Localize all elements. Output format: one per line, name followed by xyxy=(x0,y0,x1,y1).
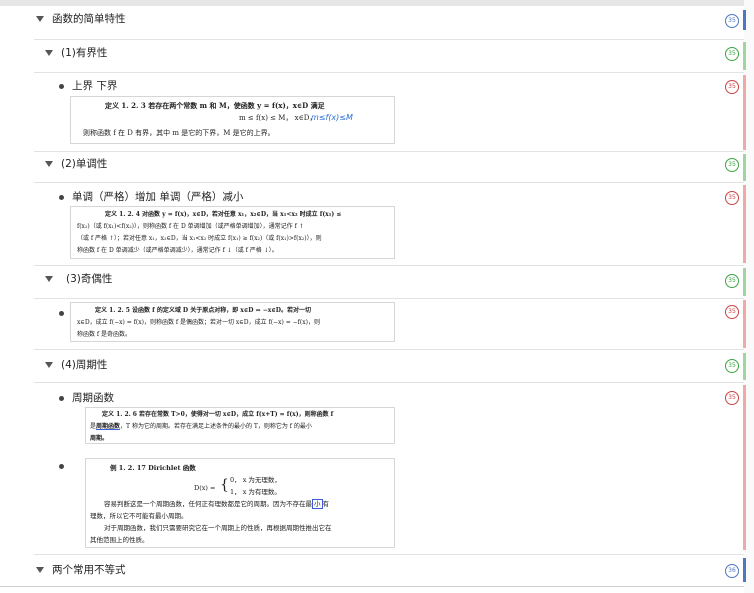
bullet-dot[interactable] xyxy=(59,396,64,401)
divider xyxy=(34,151,744,152)
level-indicator-bar xyxy=(743,185,746,263)
reference-count-badge[interactable]: 35 xyxy=(725,305,739,319)
definition-image-periodic[interactable]: 定义 1. 2. 6 若存在常数 T>0，使得对一切 x∈D，成立 f(x+T)… xyxy=(85,407,395,444)
collapse-toggle-icon[interactable] xyxy=(36,16,44,22)
collapse-toggle-icon[interactable] xyxy=(36,567,44,573)
level-indicator-bar xyxy=(743,353,746,380)
node-bounded-item: 上界 下界 xyxy=(72,80,118,92)
level-indicator-bar xyxy=(743,10,746,30)
collapse-toggle-icon[interactable] xyxy=(45,161,53,167)
level-indicator-bar xyxy=(743,300,746,348)
reference-count-badge[interactable]: 35 xyxy=(725,47,739,61)
bullet-dot[interactable] xyxy=(59,311,64,316)
divider xyxy=(34,265,744,266)
reference-count-badge[interactable]: 35 xyxy=(725,391,739,405)
bullet-dot[interactable] xyxy=(59,195,64,200)
node-periodic-title: (4)周期性 xyxy=(61,359,108,371)
collapse-toggle-icon[interactable] xyxy=(45,50,53,56)
divider xyxy=(34,382,744,383)
selection-box[interactable]: 小 xyxy=(312,499,323,509)
collapse-toggle-icon[interactable] xyxy=(45,276,53,282)
node-bounded-title: (1)有界性 xyxy=(61,47,108,59)
top-toolbar-strip xyxy=(0,0,754,6)
level-indicator-bar xyxy=(743,268,746,296)
underlined-term: 周期函数 xyxy=(96,423,121,430)
node-monotonic-title: (2)单调性 xyxy=(61,158,108,170)
definition-image-monotonic[interactable]: 定义 1. 2. 4 对函数 y = f(x)，x∈D，若对任意 x₁，x₂∈D… xyxy=(70,206,395,259)
divider xyxy=(34,39,744,40)
reference-count-badge[interactable]: 35 xyxy=(725,274,739,288)
level-indicator-bar xyxy=(743,75,746,150)
node-periodic-item: 周期函数 xyxy=(72,392,114,404)
reference-count-badge[interactable]: 35 xyxy=(725,359,739,373)
reference-count-badge[interactable]: 36 xyxy=(725,564,739,578)
reference-count-badge[interactable]: 35 xyxy=(725,80,739,94)
divider xyxy=(34,182,744,183)
collapse-toggle-icon[interactable] xyxy=(45,362,53,368)
divider xyxy=(34,72,744,73)
divider xyxy=(34,554,744,555)
bottom-border xyxy=(0,586,744,587)
reference-count-badge[interactable]: 35 xyxy=(725,191,739,205)
handwritten-note: m≤f(x)≤M xyxy=(311,113,353,122)
node-inequalities-title: 两个常用不等式 xyxy=(52,564,126,576)
bullet-dot[interactable] xyxy=(59,84,64,89)
level-indicator-bar xyxy=(743,42,746,70)
example-image-dirichlet[interactable]: 例 1. 2. 17 Dirichlet 函数 D(x) = { 0， x 为无… xyxy=(85,458,395,548)
divider xyxy=(34,349,744,350)
divider xyxy=(34,298,744,299)
node-root-title: 函数的简单特性 xyxy=(52,13,126,25)
bullet-dot[interactable] xyxy=(59,464,64,469)
level-indicator-bar xyxy=(743,558,746,582)
reference-count-badge[interactable]: 35 xyxy=(725,158,739,172)
node-monotonic-item: 单调（严格）增加 单调（严格）减小 xyxy=(72,191,244,203)
level-indicator-bar xyxy=(743,385,746,550)
reference-count-badge[interactable]: 35 xyxy=(725,14,739,28)
definition-image-parity[interactable]: 定义 1. 2. 5 设函数 f 的定义域 D 关于原点对称，即 x∈D ⇔ −… xyxy=(70,302,395,342)
level-indicator-bar xyxy=(743,154,746,181)
node-parity-title: (3)奇偶性 xyxy=(66,273,113,285)
definition-image-bounded[interactable]: 定义 1. 2. 3 若存在两个常数 m 和 M，使函数 y = f(x)，x∈… xyxy=(70,96,395,144)
